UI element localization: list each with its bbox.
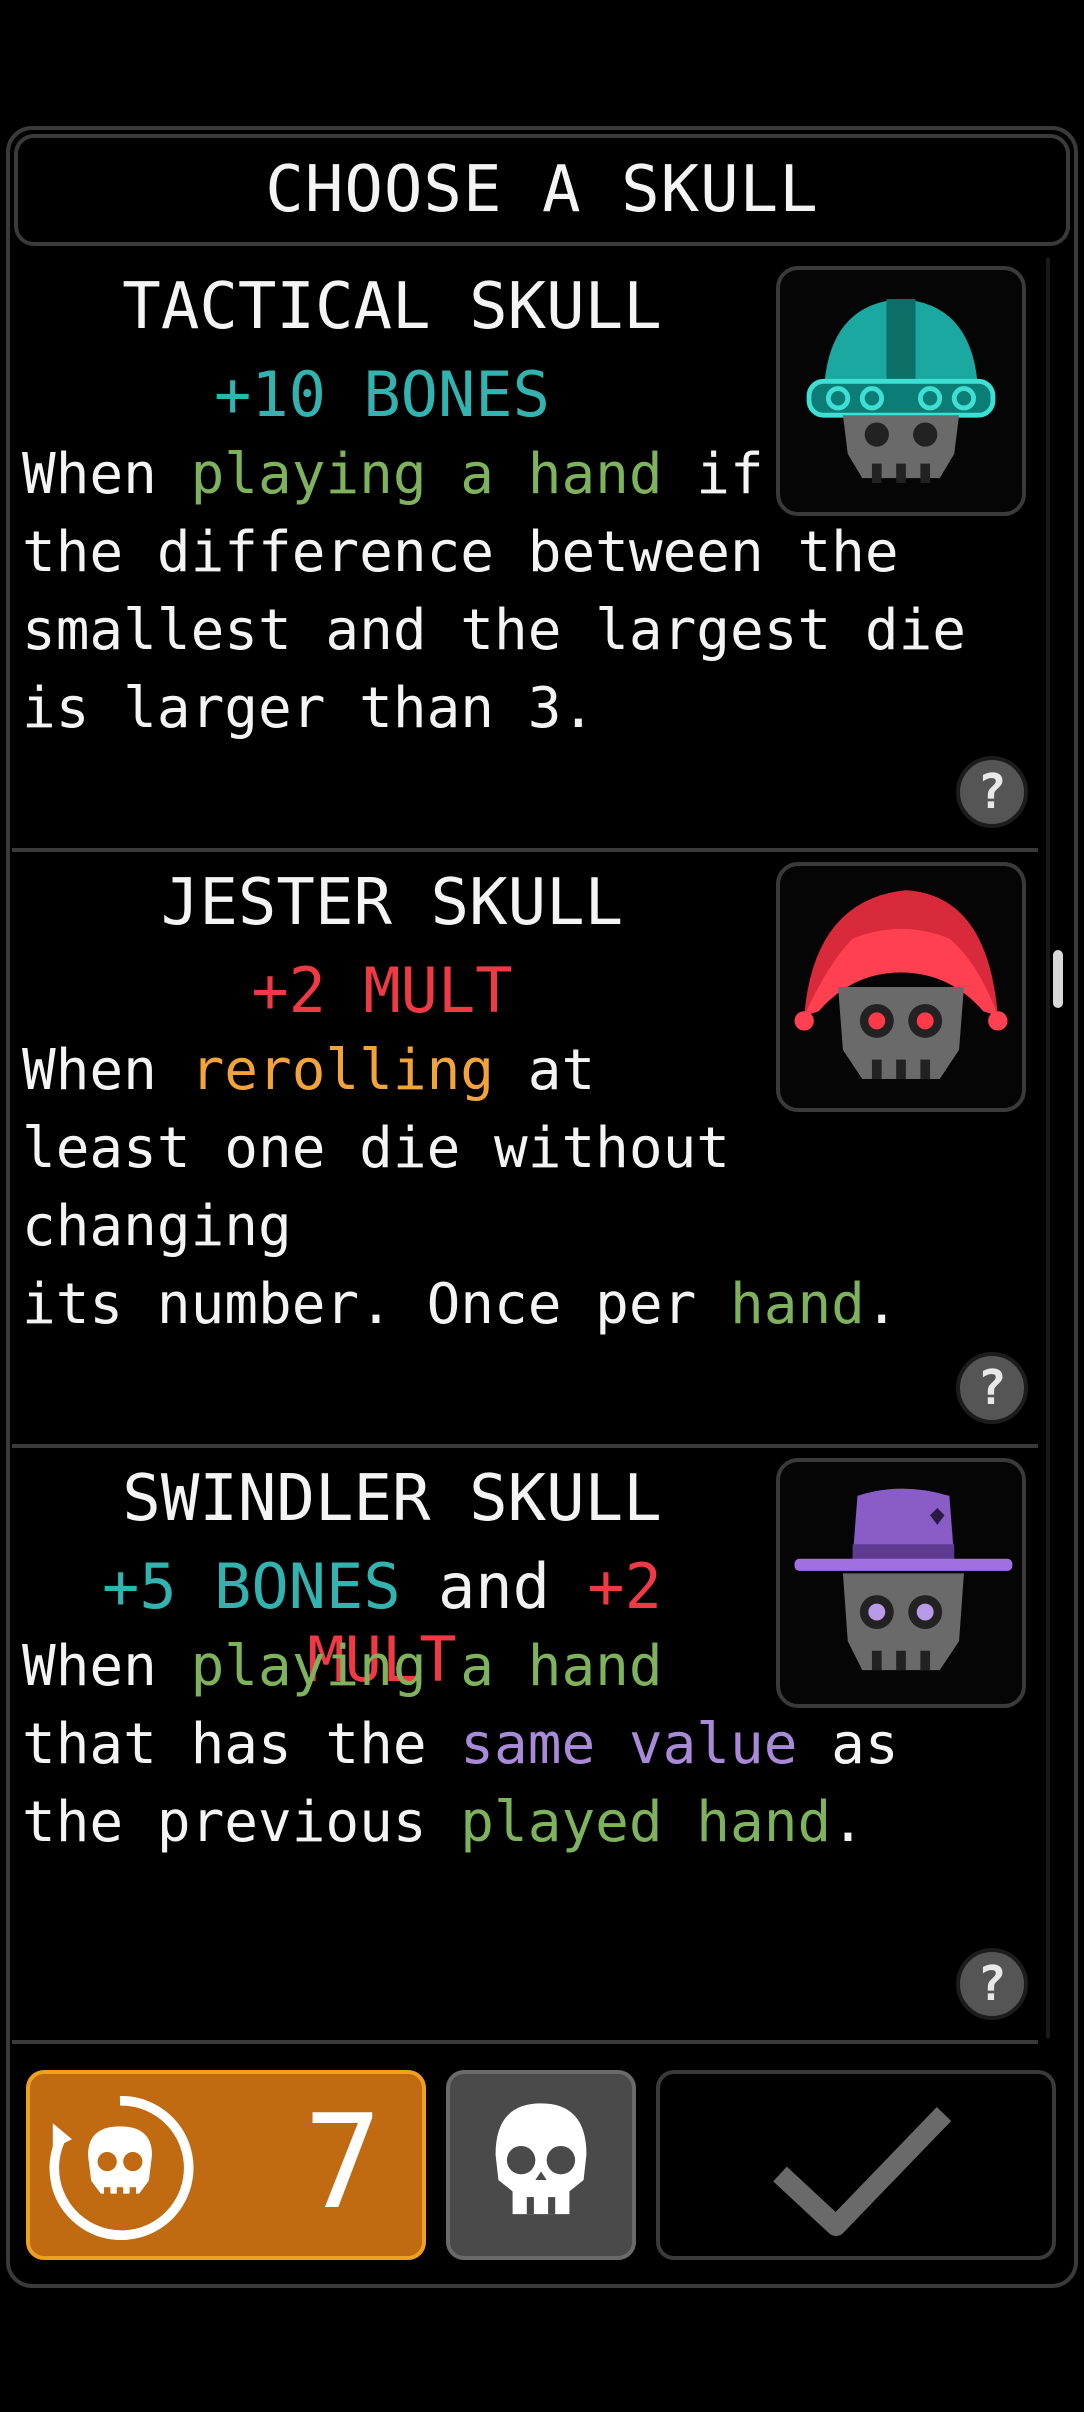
help-icon[interactable]: ?: [956, 1352, 1028, 1424]
skull-button[interactable]: [446, 2070, 636, 2260]
help-icon[interactable]: ?: [956, 756, 1028, 828]
skull-icon: [495, 2103, 587, 2215]
skull-card-swindler[interactable]: SWINDLER SKULL +5 BONES and +2 MULT When…: [12, 1448, 1038, 2044]
dialog-title: CHOOSE A SKULL: [14, 134, 1070, 246]
hat-skull-icon: [776, 1458, 1026, 1708]
scrollbar-thumb[interactable]: [1053, 950, 1063, 1008]
highlight-text: +10 BONES: [214, 358, 550, 431]
skull-name: TACTICAL SKULL: [122, 270, 662, 344]
text-segment: that has the: [22, 1712, 427, 1777]
reroll-button[interactable]: 7: [26, 2070, 426, 2260]
help-icon[interactable]: ?: [956, 1948, 1028, 2020]
checkmark-icon: [773, 2107, 952, 2236]
skull-name: SWINDLER SKULL: [122, 1462, 662, 1536]
reroll-count: 7: [303, 2086, 382, 2238]
skull-card-jester[interactable]: JESTER SKULL +2 MULT When rerolling at l…: [12, 852, 1038, 1448]
highlight-text: rerolling: [190, 1038, 495, 1103]
highlight-text: hand: [730, 1272, 865, 1337]
highlight-text: playing a hand: [190, 442, 663, 507]
highlight-text: +2 MULT: [251, 954, 513, 1027]
text-segment: .: [864, 1272, 899, 1337]
highlight-text: playing a hand: [190, 1634, 663, 1699]
helmet-skull-icon: [776, 266, 1026, 516]
confirm-button[interactable]: [656, 2070, 1056, 2260]
text-segment: .: [831, 1790, 865, 1855]
text-segment: and: [400, 1550, 588, 1623]
jester-skull-icon: [776, 862, 1026, 1112]
reroll-skull-icon: [49, 2095, 194, 2240]
text-segment: When: [22, 1038, 191, 1103]
skull-name: JESTER SKULL: [160, 866, 624, 940]
text-segment: When: [22, 1634, 191, 1699]
skull-card-tactical[interactable]: TACTICAL SKULL +10 BONES When playing a …: [12, 256, 1038, 852]
highlight-text: +5 BONES: [102, 1550, 401, 1623]
highlight-text: same value: [460, 1712, 798, 1777]
highlight-text: played hand: [460, 1790, 832, 1855]
skull-reward: +10 BONES: [12, 358, 752, 431]
scrollbar-track[interactable]: [1046, 258, 1050, 2038]
text-segment: When: [22, 442, 191, 507]
skull-reward: +2 MULT: [12, 954, 752, 1027]
